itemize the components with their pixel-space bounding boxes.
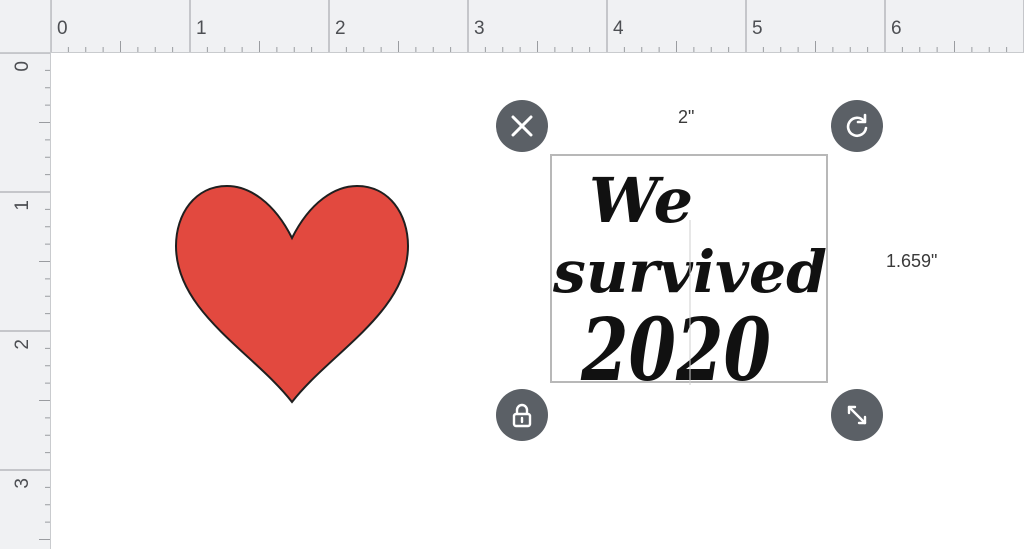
top-ruler-label-4: 4 — [613, 18, 624, 39]
resize-icon — [847, 405, 867, 425]
top-ruler-graphic: 0 1 2 3 4 5 6 — [51, 0, 1024, 52]
delete-handle[interactable] — [496, 100, 548, 152]
resize-handle[interactable] — [831, 389, 883, 441]
heart-path[interactable] — [174, 184, 410, 404]
survived-2020-design[interactable]: We survived 2020 — [551, 160, 831, 390]
top-ruler-label-6: 6 — [891, 18, 902, 39]
top-ruler-label-2: 2 — [335, 18, 346, 39]
width-dimension-label: 2" — [678, 107, 695, 127]
top-ruler: 0 1 2 3 4 5 6 — [51, 0, 1024, 53]
close-icon — [511, 115, 533, 137]
left-ruler: 0 1 2 3 — [0, 53, 51, 549]
top-ruler-label-0: 0 — [57, 18, 68, 39]
design-line-survived: survived — [552, 238, 827, 306]
rotate-icon — [846, 113, 868, 138]
heart-shape[interactable] — [171, 180, 413, 406]
design-line-2020: 2020 — [580, 300, 771, 390]
lock-icon — [512, 403, 532, 428]
left-ruler-graphic: 0 1 2 3 — [0, 53, 50, 540]
design-canvas-screen: 0 1 2 3 4 5 6 0 1 2 3 We survived 2020 2… — [0, 0, 1024, 549]
top-ruler-label-3: 3 — [474, 18, 485, 39]
top-ruler-label-1: 1 — [196, 18, 207, 39]
ruler-corner — [0, 0, 51, 53]
left-ruler-label-0: 0 — [12, 61, 33, 72]
height-dimension-label: 1.659" — [886, 251, 938, 271]
design-line-we: We — [589, 164, 693, 237]
lock-handle[interactable] — [496, 389, 548, 441]
left-ruler-label-3: 3 — [12, 478, 33, 489]
left-ruler-label-2: 2 — [12, 339, 33, 350]
left-ruler-label-1: 1 — [12, 200, 33, 211]
rotate-handle[interactable] — [831, 100, 883, 152]
top-ruler-label-5: 5 — [752, 18, 763, 39]
